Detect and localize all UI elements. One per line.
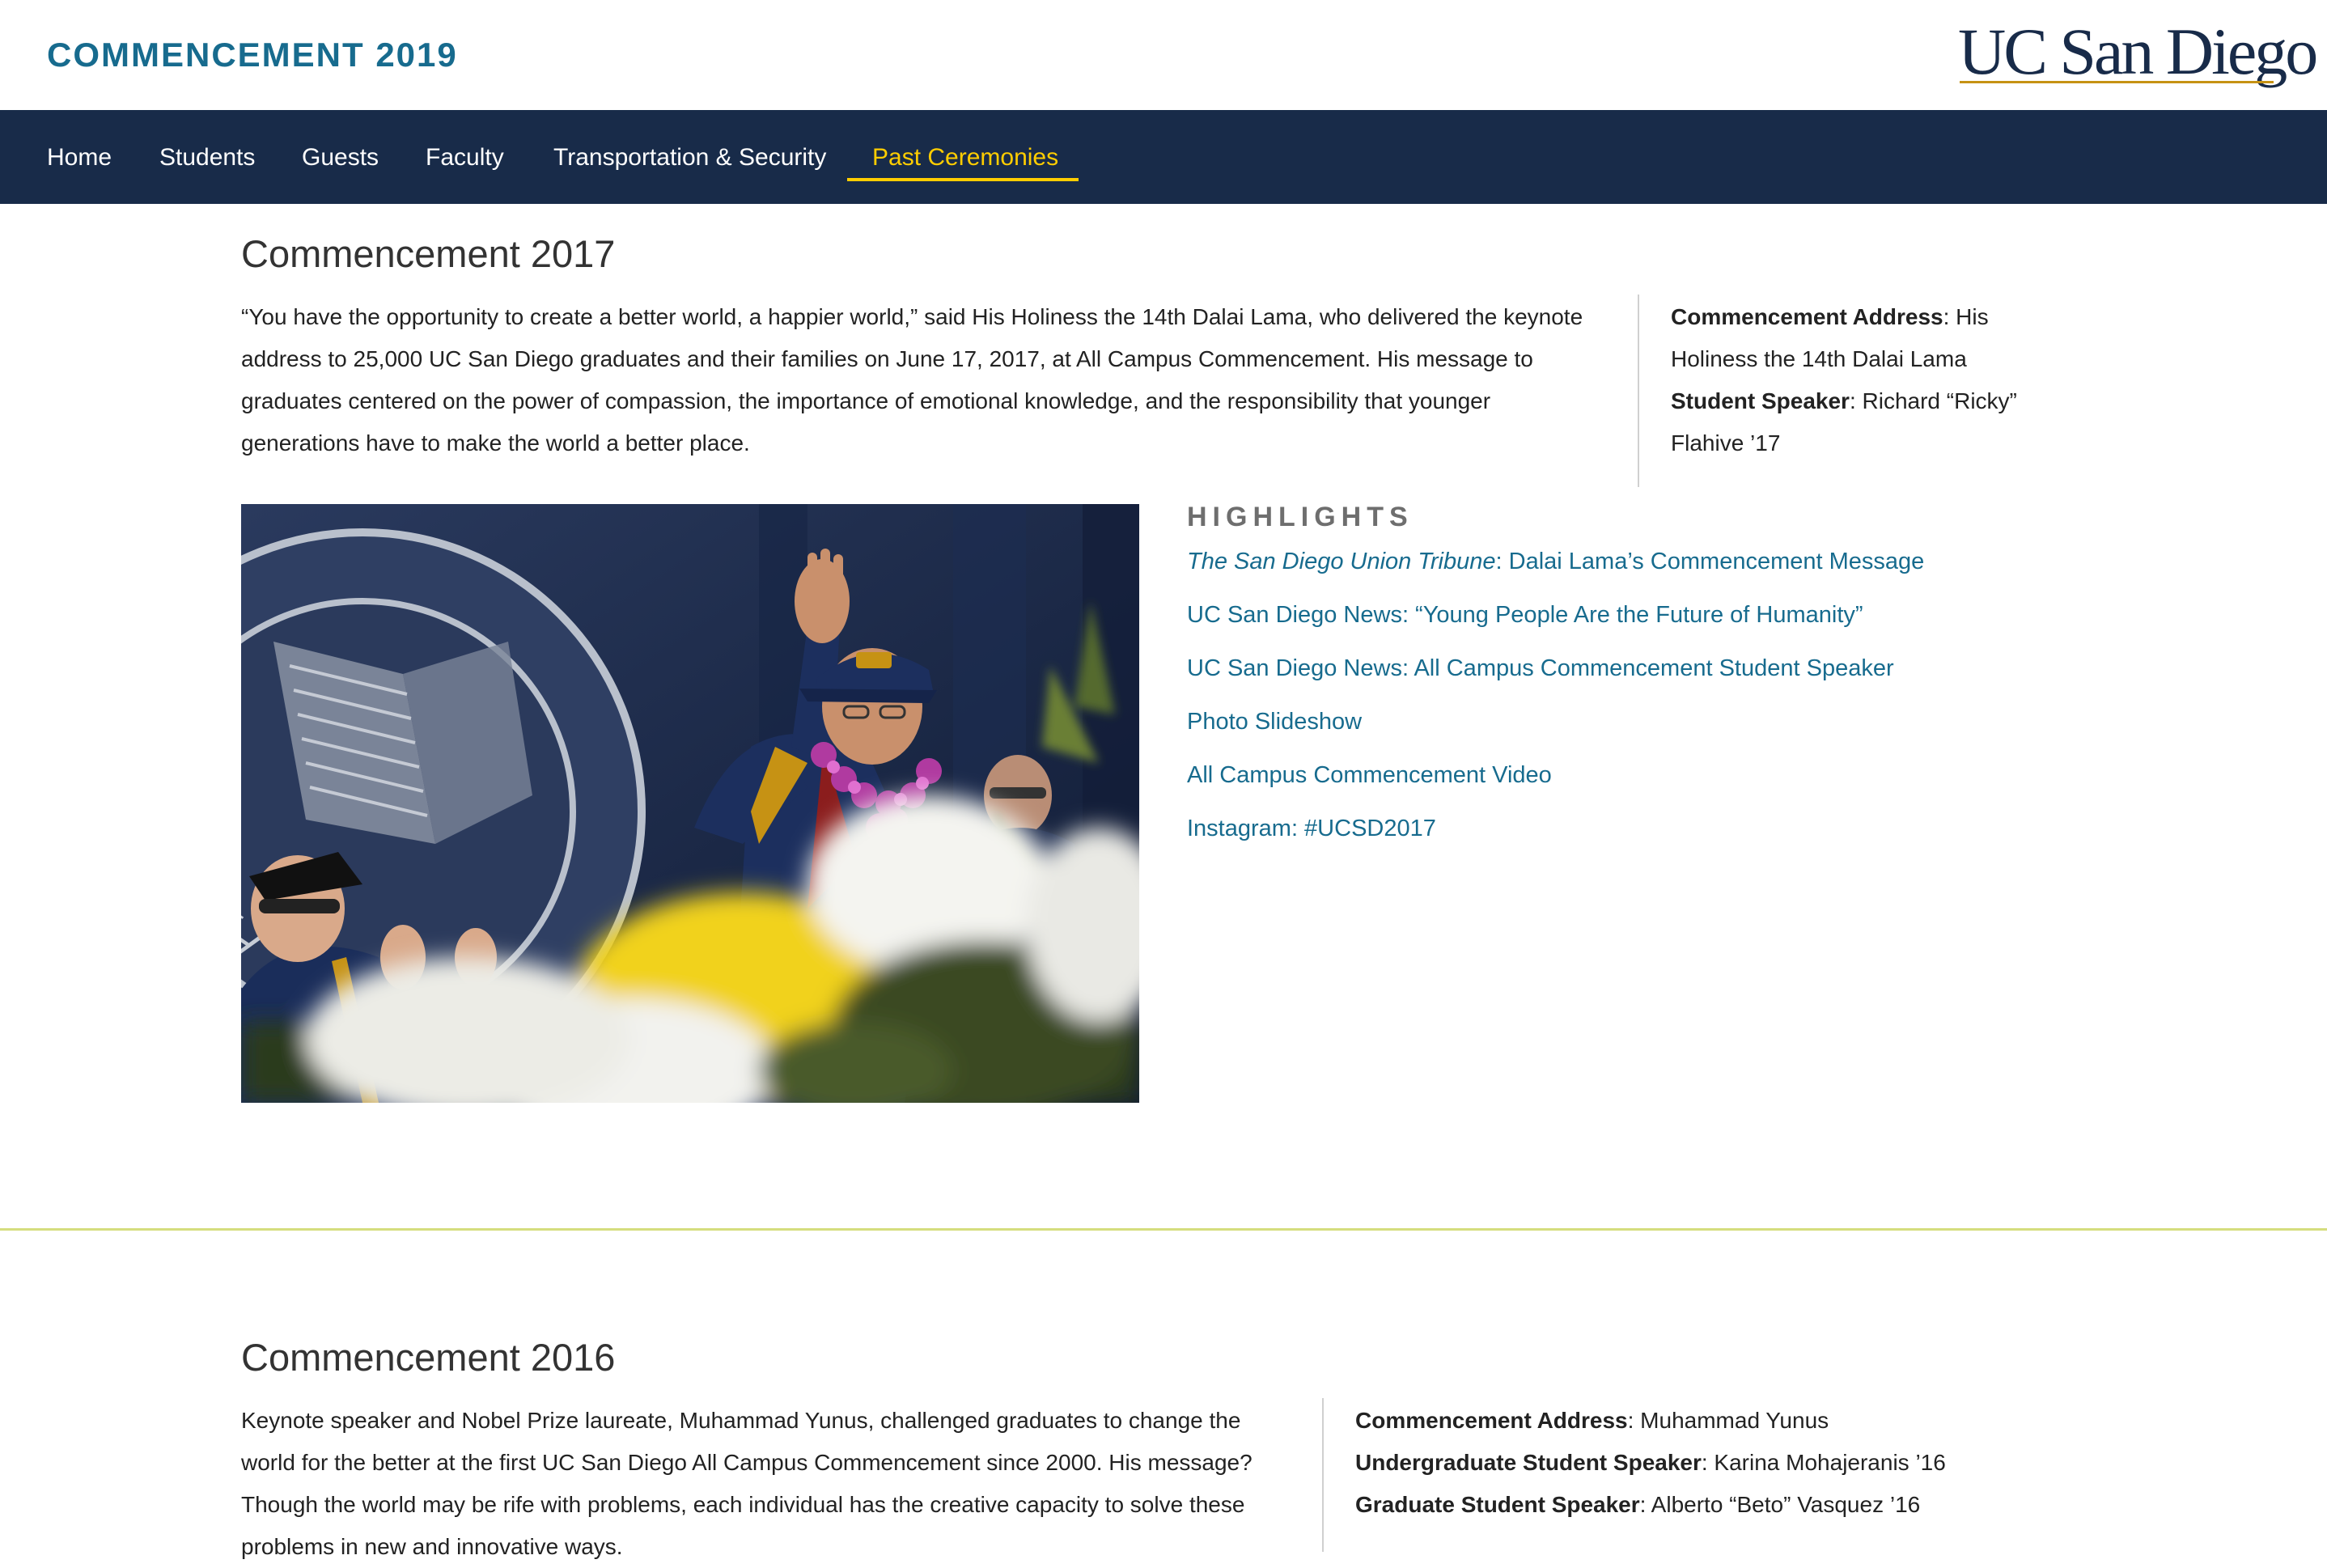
- speaker-label: Student Speaker: [1671, 388, 1850, 413]
- nav-item-guests[interactable]: Guests: [302, 144, 379, 172]
- speaker-row: Student Speaker: Richard “Ricky” Flahive…: [1671, 380, 2075, 464]
- speaker-row: Commencement Address: His Holiness the 1…: [1671, 296, 2075, 380]
- speaker-value: : Karina Mohajeranis ’16: [1701, 1450, 1946, 1475]
- uc-san-diego-logo[interactable]: UC San Diego: [1958, 16, 2318, 87]
- logo-text: UC San Diego: [1958, 15, 2318, 88]
- section-body-2016: Keynote speaker and Nobel Prize laureate…: [241, 1408, 1253, 1559]
- section-title-2016: Commencement 2016: [241, 1336, 616, 1379]
- highlight-link-young-people[interactable]: UC San Diego News: “Young People Are the…: [1187, 602, 1863, 629]
- nav-item-past-ceremonies[interactable]: Past Ceremonies: [872, 144, 1058, 172]
- highlight-link-student-speaker[interactable]: UC San Diego News: All Campus Commenceme…: [1187, 655, 1894, 682]
- speaker-row: Undergraduate Student Speaker: Karina Mo…: [1355, 1442, 2083, 1484]
- active-nav-indicator: [847, 178, 1079, 181]
- speaker-label: Commencement Address: [1355, 1408, 1628, 1433]
- link-text: : Dalai Lama’s Commencement Message: [1495, 549, 1925, 574]
- speaker-label: Graduate Student Speaker: [1355, 1492, 1640, 1517]
- speaker-label: Commencement Address: [1671, 304, 1943, 329]
- speaker-value: : Alberto “Beto” Vasquez ’16: [1639, 1492, 1921, 1517]
- nav-item-faculty[interactable]: Faculty: [426, 144, 504, 172]
- nav-item-home[interactable]: Home: [47, 144, 112, 172]
- speaker-info-2016: Commencement Address: Muhammad Yunus Und…: [1355, 1400, 2083, 1526]
- site-header: COMMENCEMENT 2019 UC San Diego: [0, 0, 2327, 110]
- highlight-link-video[interactable]: All Campus Commencement Video: [1187, 762, 1552, 789]
- speaker-value: : Muhammad Yunus: [1627, 1408, 1829, 1433]
- section-divider: [0, 1228, 2327, 1231]
- speaker-label: Undergraduate Student Speaker: [1355, 1450, 1702, 1475]
- nav-item-transportation-security[interactable]: Transportation & Security: [553, 144, 826, 172]
- highlight-link-instagram[interactable]: Instagram: #UCSD2017: [1187, 816, 1436, 842]
- highlights-heading: HIGHLIGHTS: [1187, 502, 1414, 532]
- nav-item-students[interactable]: Students: [159, 144, 255, 172]
- speaker-row: Commencement Address: Muhammad Yunus: [1355, 1400, 2083, 1442]
- sidebar-divider-2017: [1638, 295, 1639, 487]
- highlight-link-union-tribune[interactable]: The San Diego Union Tribune: Dalai Lama’…: [1187, 549, 1924, 575]
- main-nav: Home Students Guests Faculty Transportat…: [0, 110, 2327, 204]
- publication-name: The San Diego Union Tribune: [1187, 549, 1496, 574]
- speaker-row: Graduate Student Speaker: Alberto “Beto”…: [1355, 1484, 2083, 1526]
- speaker-info-2017: Commencement Address: His Holiness the 1…: [1671, 296, 2075, 464]
- section-title-2017: Commencement 2017: [241, 232, 616, 275]
- logo-underline: [1960, 81, 2274, 83]
- photo-illustration: CALIFORNIA: [241, 504, 1139, 1103]
- highlight-link-photo-slideshow[interactable]: Photo Slideshow: [1187, 709, 1362, 735]
- section-body-2017: “You have the opportunity to create a be…: [241, 304, 1583, 456]
- commencement-photo: CALIFORNIA: [241, 504, 1139, 1103]
- sidebar-divider-2016: [1322, 1398, 1324, 1552]
- site-title[interactable]: COMMENCEMENT 2019: [47, 36, 458, 74]
